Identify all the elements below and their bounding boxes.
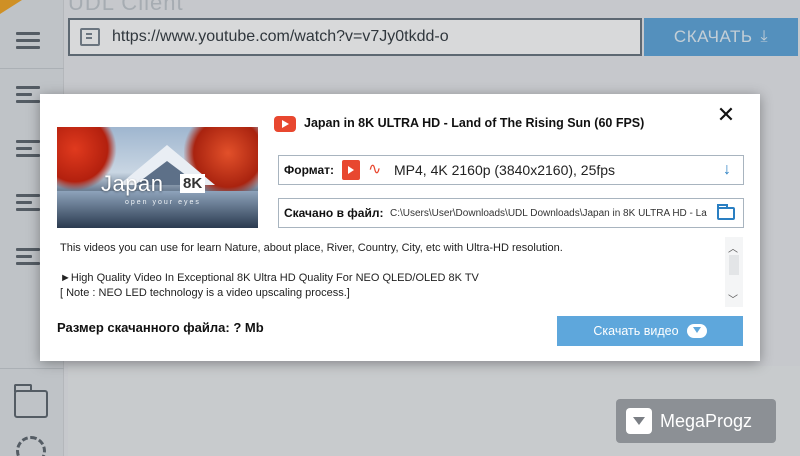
cloud-download-icon bbox=[686, 324, 707, 338]
format-value[interactable]: MP4, 4K 2160p (3840x2160), 25fps bbox=[394, 162, 719, 178]
description-scrollbar[interactable]: ︿ ﹀ bbox=[725, 237, 743, 307]
watermark-text: MegaProgz bbox=[660, 410, 753, 431]
thumbnail-badge: 8K bbox=[180, 174, 206, 193]
video-file-icon bbox=[342, 160, 360, 180]
format-label: Формат: bbox=[284, 163, 335, 177]
audio-wave-icon: ∿ bbox=[368, 161, 382, 178]
close-icon[interactable]: ✕ bbox=[716, 104, 736, 126]
description-line: ►High Quality Video In Exceptional 8K Ul… bbox=[60, 272, 479, 284]
scroll-thumb[interactable] bbox=[729, 255, 739, 275]
youtube-icon bbox=[274, 116, 296, 132]
dropdown-arrow-icon[interactable]: ↓ bbox=[719, 161, 735, 179]
save-path-field[interactable]: Скачано в файл: C:\Users\User\Downloads\… bbox=[278, 198, 744, 228]
description-text: This videos you can use for learn Nature… bbox=[60, 241, 720, 301]
chevron-down-icon[interactable]: ﹀ bbox=[728, 291, 738, 306]
thumbnail-title: Japan bbox=[101, 171, 164, 196]
chevron-up-icon[interactable]: ︿ bbox=[728, 240, 738, 255]
thumbnail-subtitle: open your eyes bbox=[125, 199, 201, 206]
path-label: Скачано в файл: bbox=[284, 206, 384, 220]
download-video-label: Скачать видео bbox=[593, 324, 679, 338]
video-title: Japan in 8K ULTRA HD - Land of The Risin… bbox=[304, 116, 645, 130]
format-select[interactable]: Формат: ∿ MP4, 4K 2160p (3840x2160), 25f… bbox=[278, 155, 744, 185]
file-size-label: Размер скачанного файла: ? Mb bbox=[57, 320, 264, 335]
folder-icon[interactable] bbox=[717, 203, 735, 220]
path-value[interactable]: C:\Users\User\Downloads\UDL Downloads\Ja… bbox=[390, 208, 707, 219]
description-line: This videos you can use for learn Nature… bbox=[60, 242, 563, 254]
video-thumbnail: Japan 8K open your eyes bbox=[57, 127, 258, 228]
download-dialog: ✕ Japan 8K open your eyes Japan in 8K UL… bbox=[40, 94, 760, 361]
watermark-logo-icon bbox=[626, 408, 652, 434]
download-video-button[interactable]: Скачать видео bbox=[557, 316, 743, 346]
description-box[interactable]: This videos you can use for learn Nature… bbox=[57, 237, 745, 307]
watermark: MegaProgz bbox=[616, 399, 776, 443]
description-line: [ Note : NEO LED technology is a video u… bbox=[60, 287, 350, 299]
